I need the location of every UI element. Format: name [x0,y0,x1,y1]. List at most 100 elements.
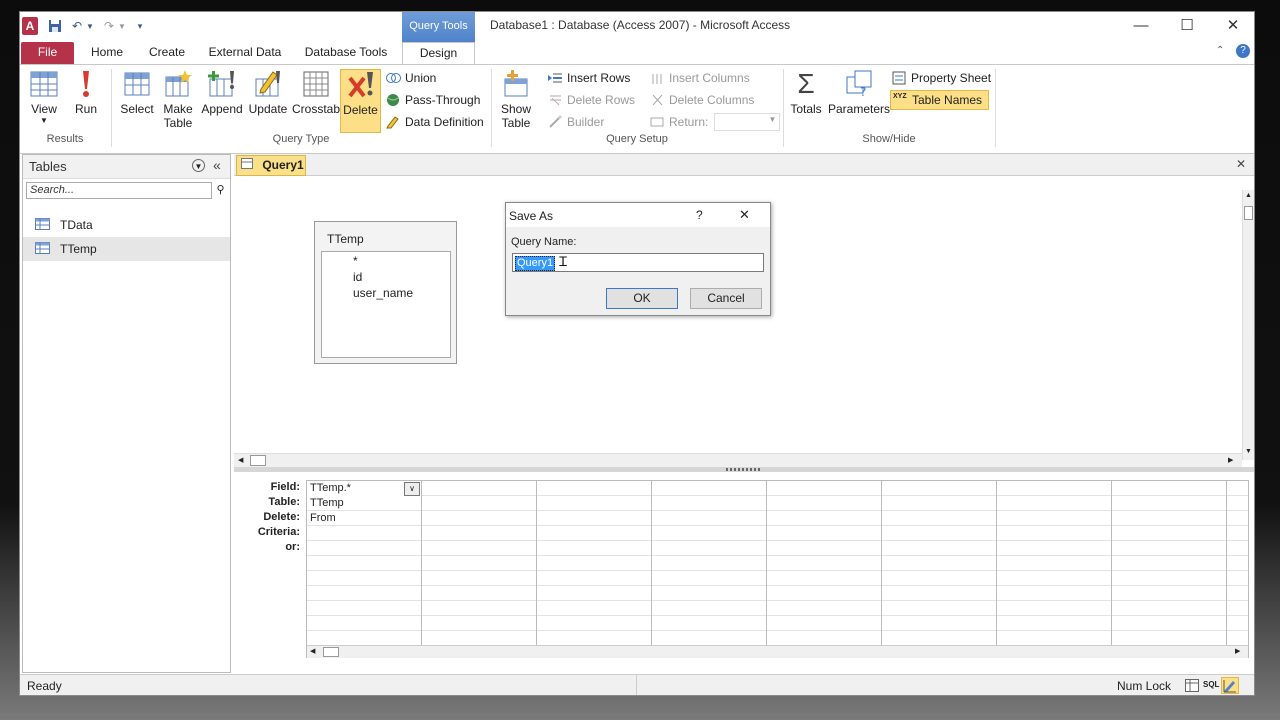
sql-view-icon[interactable]: SQL [1203,680,1219,689]
access-logo[interactable]: A [22,17,38,35]
view-button[interactable]: View ▼ [24,69,64,131]
grid-cell-table[interactable]: TTemp [307,496,421,511]
totals-button[interactable]: Σ Totals [788,69,824,131]
num-lock-indicator: Num Lock [1117,679,1172,693]
tab-external-data[interactable]: External Data [204,42,286,64]
delete-query-button[interactable]: Delete [340,69,381,133]
table-names-label: Table Names [912,93,983,107]
scroll-thumb[interactable] [250,455,266,466]
tab-home[interactable]: Home [82,42,132,64]
close-window-button[interactable]: ✕ [1210,12,1254,40]
table-names-button[interactable]: XYZ Table Names [890,90,990,110]
return-dropdown: ▼ [714,113,781,131]
make-table-icon [163,69,193,99]
scroll-thumb[interactable] [323,647,339,657]
scroll-left-icon[interactable]: ◀ [310,647,315,655]
field-item-id[interactable]: id [353,270,362,284]
tab-database-tools[interactable]: Database Tools [300,42,392,64]
scroll-down-icon[interactable]: ▼ [1245,448,1252,455]
insert-columns-label: Insert Columns [669,71,750,85]
pass-through-button[interactable]: Pass-Through [386,90,480,110]
datasheet-view-icon[interactable] [1185,679,1199,692]
append-icon [207,69,237,99]
column-divider [881,481,882,645]
scroll-right-icon[interactable]: ▶ [1235,647,1240,655]
tab-design[interactable]: Design [402,42,475,65]
ok-button[interactable]: OK [606,288,678,309]
globe-icon [386,93,401,107]
select-query-icon [122,69,152,99]
query-name-selected-text: Query1 [515,256,556,271]
query-name-label: Query Name: [511,236,577,248]
data-definition-icon [386,115,401,129]
dialog-close-icon[interactable]: ✕ [739,207,750,223]
horizontal-scrollbar[interactable]: ◀ ▶ [234,453,1242,467]
maximize-button[interactable]: ☐ [1164,12,1210,40]
splitter-grip [726,468,762,471]
union-label: Union [405,71,437,85]
exclamation-icon [71,69,101,99]
undo-icon[interactable]: ↶ [69,17,85,35]
customize-qat-icon[interactable]: ▾ [134,17,146,35]
field-list-body: * id user_name [321,251,451,358]
run-button[interactable]: Run [68,69,104,131]
crosstab-button[interactable]: Crosstab [292,69,340,131]
ribbon-collapse-icon[interactable]: ⌃ [1216,45,1224,56]
nav-menu-chevron-icon[interactable]: ▼ [192,159,205,172]
insert-columns-button: Insert Columns [650,68,750,88]
tab-create[interactable]: Create [142,42,192,64]
help-icon[interactable]: ? [1236,44,1250,58]
select-query-button[interactable]: Select [118,69,156,131]
scroll-left-icon[interactable]: ◀ [238,456,243,464]
scroll-up-icon[interactable]: ▲ [1245,192,1252,199]
cancel-button[interactable]: Cancel [690,288,762,309]
field-list-ttemp[interactable]: TTemp * id user_name [314,221,457,364]
save-icon[interactable] [47,17,63,35]
grid-cell-field[interactable]: TTemp.* ∨ [307,481,421,496]
query-setup-group-label: Query Setup [606,133,668,145]
vertical-scrollbar[interactable]: ▲ ▼ [1242,190,1254,460]
show-table-button[interactable]: Show Table [496,69,536,131]
redo-icon[interactable]: ↷ [101,17,117,35]
tab-query1[interactable]: Query1 [236,155,306,176]
builder-wand-icon [548,115,563,129]
shutter-bar-collapse-icon[interactable]: « [213,157,221,173]
scroll-thumb[interactable] [1244,206,1253,220]
nav-title: Tables [29,159,67,174]
design-grid[interactable]: TTemp.* ∨ TTemp From ◀ ▶ [306,480,1249,658]
field-dropdown-chevron-icon[interactable]: ∨ [404,482,420,496]
minimize-button[interactable]: ― [1118,12,1164,40]
make-table-button[interactable]: Make Table [160,69,196,131]
nav-search-input[interactable]: Search... [26,182,212,199]
dialog-help-button[interactable]: ? [696,208,703,222]
nav-item-ttemp[interactable]: TTemp [23,237,230,261]
search-icon[interactable]: ⚲ [213,182,228,199]
property-sheet-button[interactable]: Property Sheet [892,68,991,88]
grid-cell-delete[interactable]: From [307,511,421,526]
update-pencil-icon [253,69,283,99]
parameters-button[interactable]: ? Parameters [828,69,890,131]
show-hide-group-label: Show/Hide [862,133,916,145]
title-bar: A ↶ ▼ ↷ ▼ ▾ Query Tools Database1 : Data… [20,12,1254,42]
field-item-star[interactable]: * [353,254,358,268]
close-document-icon[interactable]: ✕ [1236,157,1246,171]
data-definition-button[interactable]: Data Definition [386,112,484,132]
view-dropdown-icon: ▼ [40,116,48,125]
query-name-input[interactable]: Query1 Ꮖ [512,253,764,272]
insert-rows-button[interactable]: Insert Rows [548,68,630,88]
column-divider [536,481,537,645]
field-item-user-name[interactable]: user_name [353,286,413,300]
delete-rows-icon [548,93,563,107]
undo-dropdown-icon[interactable]: ▼ [85,17,95,35]
union-button[interactable]: Union [386,68,436,88]
nav-item-tdata[interactable]: TData [23,213,230,237]
scroll-right-icon[interactable]: ▶ [1228,456,1233,464]
append-label: Append [201,102,243,116]
design-view-icon[interactable] [1221,677,1239,694]
redo-dropdown-icon[interactable]: ▼ [117,17,127,35]
design-grid-area: Field: Table: Delete: Criteria: or: TTem… [234,472,1254,673]
tab-file[interactable]: File [21,42,74,64]
grid-horizontal-scrollbar[interactable]: ◀ ▶ [307,645,1248,658]
append-button[interactable]: Append [200,69,244,131]
update-button[interactable]: Update [246,69,290,131]
